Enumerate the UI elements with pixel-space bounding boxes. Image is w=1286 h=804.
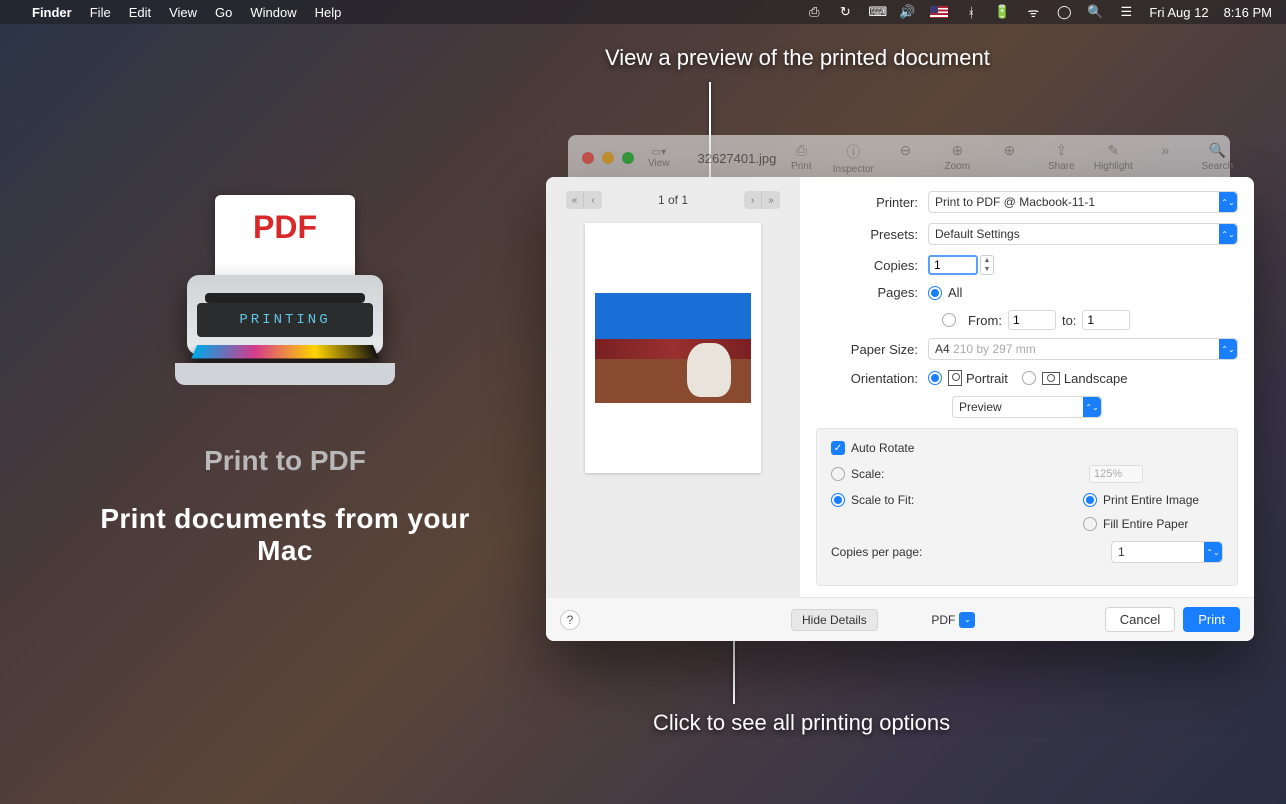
wifi-icon[interactable]: ᯤ — [1025, 3, 1041, 21]
scale-input[interactable] — [1089, 465, 1143, 483]
print-entire-label: Print Entire Image — [1103, 493, 1223, 507]
page-prev-buttons[interactable]: «‹ — [566, 191, 602, 209]
menubar-date[interactable]: Fri Aug 12 — [1149, 5, 1208, 20]
landscape-label: Landscape — [1064, 371, 1128, 386]
preview-image — [595, 293, 751, 403]
presets-select[interactable]: Default Settings ⌃⌄ — [928, 223, 1238, 245]
menu-bar: Finder File Edit View Go Window Help ⎙ ↻… — [0, 0, 1286, 24]
callout-line-bottom — [733, 640, 735, 704]
toolbar-zoom-in: ⊕ — [984, 142, 1034, 175]
scale-fit-label: Scale to Fit: — [851, 493, 914, 507]
fill-entire-label: Fill Entire Paper — [1103, 517, 1223, 531]
print-button[interactable]: Print — [1183, 607, 1240, 632]
orientation-landscape-radio[interactable] — [1022, 371, 1036, 385]
menu-help[interactable]: Help — [315, 5, 342, 20]
preview-sheet — [585, 223, 761, 473]
from-input[interactable] — [1008, 310, 1056, 330]
input-flag-icon[interactable] — [930, 6, 948, 18]
orientation-portrait-radio[interactable] — [928, 371, 942, 385]
menu-window[interactable]: Window — [250, 5, 296, 20]
page-indicator: 1 of 1 — [658, 193, 688, 207]
toolbar-print: ⎙Print — [776, 142, 826, 175]
callout-preview: View a preview of the printed document — [605, 45, 990, 71]
spotlight-icon[interactable]: 🔍 — [1087, 4, 1103, 20]
pages-all-radio[interactable] — [928, 286, 942, 300]
paper-size-select[interactable]: A4 210 by 297 mm ⌃⌄ — [928, 338, 1238, 360]
fill-entire-radio[interactable] — [1083, 517, 1097, 531]
landscape-icon — [1042, 372, 1060, 385]
preview-window-toolbar: ▭▾View 32627401.jpg ⎙Print ⓘInspector ⊖ … — [568, 135, 1230, 181]
copies-label: Copies: — [816, 258, 928, 273]
toolbar-highlight: ✎Highlight — [1088, 142, 1138, 175]
pages-label: Pages: — [816, 285, 928, 300]
toolbar-zoom-out: ⊖ — [880, 142, 930, 175]
callout-options: Click to see all printing options — [653, 710, 950, 736]
pages-range-radio[interactable] — [942, 313, 956, 327]
preview-pane: «‹ 1 of 1 ›» — [546, 177, 800, 597]
pdf-dropdown[interactable]: PDF ⌄ — [931, 612, 975, 628]
scale-label: Scale: — [851, 467, 884, 481]
bluetooth-icon[interactable]: ᚼ — [963, 5, 979, 20]
window-filename: 32627401.jpg — [698, 151, 777, 166]
auto-rotate-checkbox[interactable]: ✓ — [831, 441, 845, 455]
copies-stepper[interactable]: ▲▼ — [980, 255, 994, 275]
toolbar-share: ⇪Share — [1036, 142, 1086, 175]
menu-go[interactable]: Go — [215, 5, 232, 20]
from-label: From: — [968, 313, 1002, 328]
toolbar-search: 🔍Search — [1192, 142, 1242, 175]
print-dialog: «‹ 1 of 1 ›» Printer: Print to PDF @ Mac… — [546, 177, 1254, 641]
copies-input[interactable] — [928, 255, 978, 275]
print-options-pane: Printer: Print to PDF @ Macbook-11-1 ⌃⌄ … — [800, 177, 1254, 597]
auto-rotate-label: Auto Rotate — [851, 441, 914, 455]
dialog-footer: ? Hide Details PDF ⌄ Cancel Print — [546, 597, 1254, 641]
cancel-button[interactable]: Cancel — [1105, 607, 1175, 632]
keyboard-icon[interactable]: ⌨ — [868, 4, 884, 20]
section-select[interactable]: Preview ⌃⌄ — [952, 396, 1102, 418]
app-name[interactable]: Finder — [32, 5, 72, 20]
menu-file[interactable]: File — [90, 5, 111, 20]
copies-per-page-label: Copies per page: — [831, 545, 922, 559]
printer-label: Printer: — [816, 195, 928, 210]
toolbar-zoom: ⊕Zoom — [932, 142, 982, 175]
orientation-label: Orientation: — [816, 371, 928, 386]
printer-status-icon[interactable]: ⎙ — [806, 4, 822, 20]
toolbar-view: ▭▾View — [648, 147, 670, 169]
promo-title: Print to PDF — [70, 445, 500, 477]
copies-per-page-select[interactable]: 1 ⌃⌄ — [1111, 541, 1223, 563]
menu-view[interactable]: View — [169, 5, 197, 20]
hide-details-button[interactable]: Hide Details — [791, 609, 878, 631]
help-button[interactable]: ? — [560, 610, 580, 630]
portrait-icon — [948, 370, 962, 386]
to-input[interactable] — [1082, 310, 1130, 330]
battery-icon[interactable]: 🔋 — [994, 4, 1010, 20]
printer-select[interactable]: Print to PDF @ Macbook-11-1 ⌃⌄ — [928, 191, 1238, 213]
pages-all-label: All — [948, 285, 962, 300]
scale-radio[interactable] — [831, 467, 845, 481]
scale-fit-radio[interactable] — [831, 493, 845, 507]
menu-edit[interactable]: Edit — [129, 5, 151, 20]
notification-icon[interactable]: ☰ — [1118, 4, 1134, 20]
to-label: to: — [1062, 313, 1076, 328]
menubar-time[interactable]: 8:16 PM — [1224, 5, 1272, 20]
preview-options-box: ✓ Auto Rotate Scale: Scale to Fit: Print… — [816, 428, 1238, 586]
pdf-label: PDF — [253, 209, 317, 246]
traffic-lights[interactable] — [582, 152, 634, 164]
toolbar-inspector: ⓘInspector — [828, 142, 878, 175]
printer-display: PRINTING — [197, 303, 373, 337]
presets-label: Presets: — [816, 227, 928, 242]
toolbar-more: » — [1140, 142, 1190, 175]
promo-subtitle: Print documents from your Mac — [70, 503, 500, 567]
printer-illustration: PDF PRINTING — [175, 195, 395, 415]
print-entire-radio[interactable] — [1083, 493, 1097, 507]
time-machine-icon[interactable]: ↻ — [837, 4, 853, 20]
user-icon[interactable]: ◯ — [1056, 4, 1072, 20]
volume-icon[interactable]: 🔊 — [899, 4, 915, 20]
page-next-buttons[interactable]: ›» — [744, 191, 780, 209]
portrait-label: Portrait — [966, 371, 1008, 386]
paper-size-label: Paper Size: — [816, 342, 928, 357]
promo-block: PDF PRINTING Print to PDF Print document… — [70, 195, 500, 567]
